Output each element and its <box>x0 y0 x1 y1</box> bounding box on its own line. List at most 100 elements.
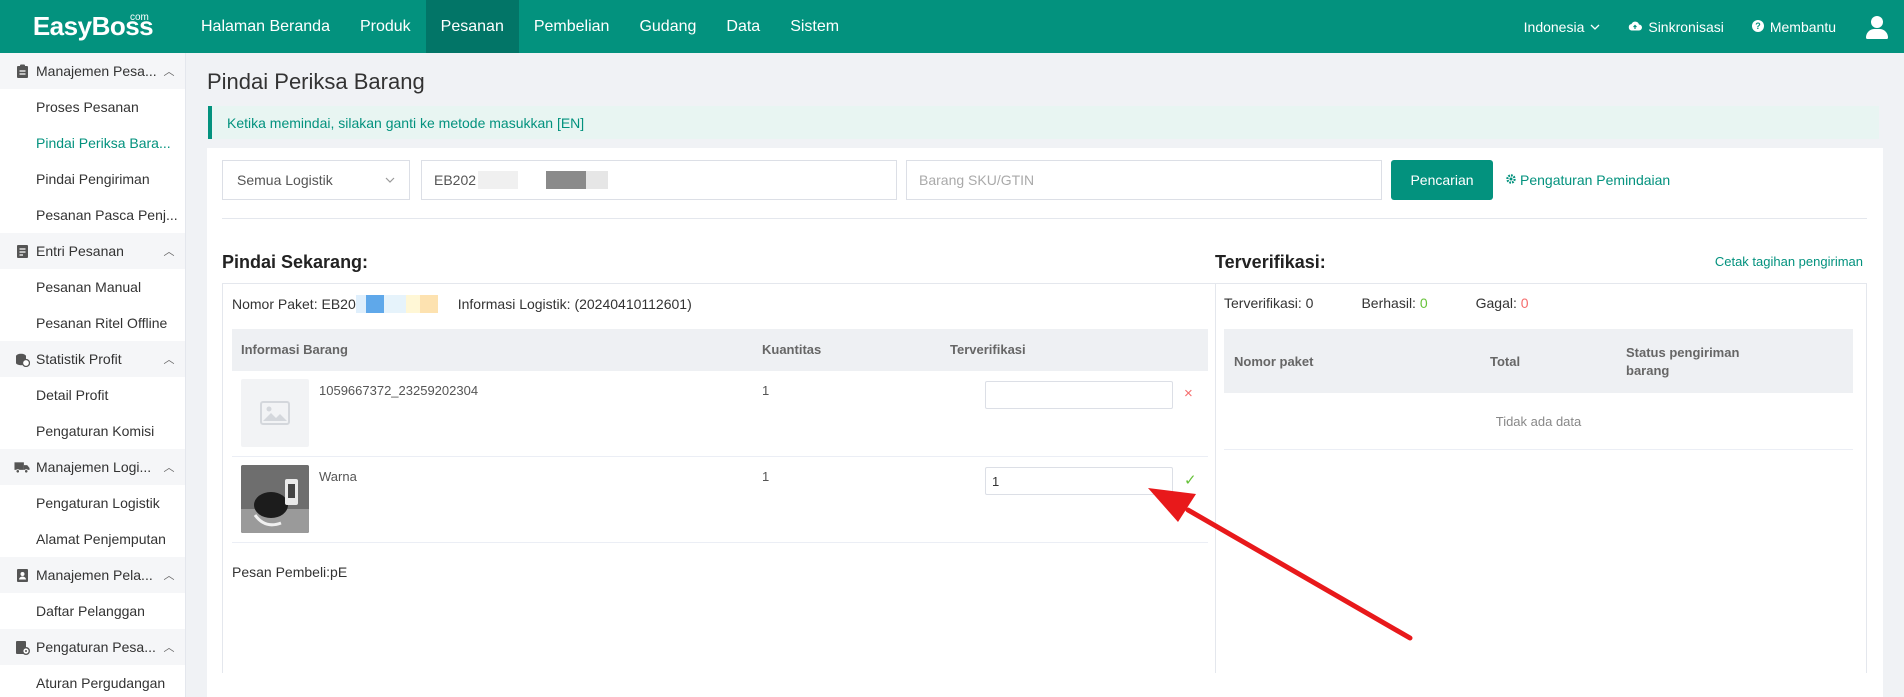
page-title: Pindai Periksa Barang <box>207 69 425 94</box>
item-quantity: 1 <box>762 383 770 398</box>
scan-now-box: Nomor Paket: EB20 Informasi Logistik: (2… <box>222 283 1216 673</box>
sidebar-group-label: Manajemen Logi... <box>36 459 152 475</box>
sidebar-group-customers[interactable]: Manajemen Pela... ︿ <box>0 557 185 593</box>
sidebar-item-detail-profit[interactable]: Detail Profit <box>0 377 185 413</box>
avatar-head <box>1871 15 1883 28</box>
verification-stats: Terverifikasi: 0 Berhasil: 0 Gagal: 0 <box>1224 295 1529 311</box>
package-info: Nomor Paket: EB20 Informasi Logistik: (2… <box>232 295 692 313</box>
chevron-up-icon: ︿ <box>163 246 175 258</box>
sidebar-group-profit-stats[interactable]: Statistik Profit ︿ <box>0 341 185 377</box>
redacted-block <box>355 295 366 313</box>
item-name: Warna <box>319 469 357 484</box>
stat-fail: Gagal: 0 <box>1476 295 1529 311</box>
sidebar-item-proses-pesanan[interactable]: Proses Pesanan <box>0 89 185 125</box>
sidebar-item-pindai-periksa[interactable]: Pindai Periksa Bara... <box>0 125 185 161</box>
sidebar-group-logistics[interactable]: Manajemen Logi... ︿ <box>0 449 185 485</box>
contacts-icon <box>14 567 30 583</box>
verified-qty-input[interactable] <box>985 381 1173 409</box>
redacted-block <box>365 295 384 313</box>
col-quantity: Kuantitas <box>762 342 822 357</box>
sku-gtin-input[interactable]: Barang SKU/GTIN <box>906 160 1382 200</box>
sidebar-group-order-settings[interactable]: Pengaturan Pesa... ︿ <box>0 629 185 665</box>
verified-qty-input[interactable]: 1 <box>985 467 1173 495</box>
redacted-block <box>405 295 420 313</box>
main-content: Pindai Periksa Barang Ketika memindai, s… <box>187 53 1904 697</box>
chevron-up-icon: ︿ <box>163 570 175 582</box>
scan-settings-label: Pengaturan Pemindaian <box>1520 172 1671 188</box>
sidebar-item-alamat-penjemputan[interactable]: Alamat Penjemputan <box>0 521 185 557</box>
sidebar-item-pengaturan-logistik[interactable]: Pengaturan Logistik <box>0 485 185 521</box>
chevron-up-icon: ︿ <box>163 462 175 474</box>
nav-produk[interactable]: Produk <box>345 0 426 53</box>
nav-sistem[interactable]: Sistem <box>775 0 854 53</box>
order-number-value: EB202 <box>434 172 477 188</box>
nav-pembelian[interactable]: Pembelian <box>519 0 625 53</box>
stat-success: Berhasil: 0 <box>1361 295 1427 311</box>
col-item-info: Informasi Barang <box>241 342 348 357</box>
easyboss-logo[interactable]: EasyBoss com <box>0 0 186 53</box>
redacted-block <box>478 171 519 189</box>
help-button[interactable]: ? Membantu <box>1751 18 1836 35</box>
item-name: 1059667372_23259202304 <box>319 383 479 398</box>
image-placeholder-icon <box>241 379 309 447</box>
sidebar-item-aturan-pergudangan[interactable]: Aturan Pergudangan <box>0 665 185 697</box>
col-verified: Terverifikasi <box>950 342 1026 357</box>
order-number-input[interactable]: EB202 <box>421 160 897 200</box>
avatar-body <box>1866 28 1888 39</box>
col-shipping-status: Status pengiriman barang <box>1626 345 1740 378</box>
verified-table-header: Nomor paket Total Status pengiriman bara… <box>1224 329 1853 393</box>
sidebar-group-label: Pengaturan Pesa... <box>36 639 156 655</box>
info-alert: Ketika memindai, silakan ganti ke metode… <box>208 106 1879 139</box>
sidebar-item-pesanan-ritel[interactable]: Pesanan Ritel Offline <box>0 305 185 341</box>
nav-beranda[interactable]: Halaman Beranda <box>186 0 345 53</box>
sku-placeholder: Barang SKU/GTIN <box>919 172 1035 188</box>
clipboard-icon <box>14 63 30 79</box>
sidebar-item-pindai-pengiriman[interactable]: Pindai Pengiriman <box>0 161 185 197</box>
search-button[interactable]: Pencarian <box>1391 160 1493 200</box>
chevron-up-icon: ︿ <box>163 642 175 654</box>
scan-panel: Semua Logistik EB202 Barang SKU/GTIN Pen… <box>207 148 1883 697</box>
stat-fail-label: Gagal: <box>1475 295 1517 311</box>
empty-state: Tidak ada data <box>1224 393 1853 450</box>
sync-button[interactable]: Sinkronisasi <box>1628 18 1724 35</box>
package-number: Nomor Paket: EB20 <box>232 296 356 312</box>
sidebar-group-order-entry[interactable]: Entri Pesanan ︿ <box>0 233 185 269</box>
nav-data[interactable]: Data <box>711 0 775 53</box>
sidebar-item-pesanan-pasca[interactable]: Pesanan Pasca Penj... <box>0 197 185 233</box>
question-circle-icon: ? <box>1751 19 1764 35</box>
language-label: Indonesia <box>1523 18 1585 35</box>
verified-title: Terverifikasi: <box>1215 252 1326 272</box>
buyer-message: Pesan Pembeli:pE <box>232 564 348 580</box>
stat-verified: Terverifikasi: 0 <box>1224 295 1314 311</box>
document-list-icon <box>14 243 30 259</box>
chevron-up-icon: ︿ <box>163 66 175 78</box>
items-table-header: Informasi Barang Kuantitas Terverifikasi <box>232 329 1208 371</box>
coins-icon <box>14 351 30 367</box>
sidebar-item-daftar-pelanggan[interactable]: Daftar Pelanggan <box>0 593 185 629</box>
sidebar-group-label: Statistik Profit <box>36 351 122 367</box>
redacted-block <box>383 295 406 313</box>
scan-now-title: Pindai Sekarang: <box>222 252 369 272</box>
sidebar-item-pesanan-manual[interactable]: Pesanan Manual <box>0 269 185 305</box>
logistics-select[interactable]: Semua Logistik <box>222 160 410 200</box>
sidebar-group-label: Manajemen Pesa... <box>36 63 157 79</box>
search-row: Semua Logistik EB202 Barang SKU/GTIN Pen… <box>222 160 1670 200</box>
col-package-number: Nomor paket <box>1234 354 1314 369</box>
print-shipping-bill-link[interactable]: Cetak tagihan pengiriman <box>1715 254 1863 269</box>
stat-fail-value: 0 <box>1520 295 1529 311</box>
chevron-up-icon: ︿ <box>163 354 175 366</box>
svg-text:?: ? <box>1755 21 1761 31</box>
stat-success-value: 0 <box>1419 295 1428 311</box>
sync-label: Sinkronisasi <box>1648 18 1724 35</box>
language-selector[interactable]: Indonesia <box>1524 19 1601 35</box>
sidebar-item-pengaturan-komisi[interactable]: Pengaturan Komisi <box>0 413 185 449</box>
stat-success-label: Berhasil: <box>1361 295 1416 311</box>
nav-pesanan[interactable]: Pesanan <box>425 0 519 53</box>
sidebar-group-order-management[interactable]: Manajemen Pesa... ︿ <box>0 53 185 89</box>
scan-settings-link[interactable]: Pengaturan Pemindaian <box>1505 172 1670 188</box>
redacted-block <box>546 171 587 189</box>
nav-gudang[interactable]: Gudang <box>624 0 711 53</box>
user-avatar-icon[interactable] <box>1864 14 1890 40</box>
chevron-down-icon <box>385 172 395 188</box>
help-label: Membantu <box>1769 18 1836 35</box>
